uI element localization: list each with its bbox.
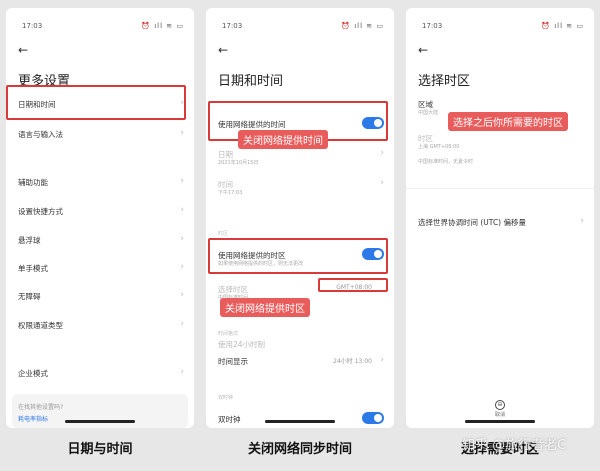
dual-clock-label: 双时钟 xyxy=(218,415,241,424)
settings-item-label: 无障碍 xyxy=(18,292,41,301)
card-text: 在找其他设置吗? xyxy=(18,404,64,411)
zone-row[interactable]: 时区 上海 GMT+08:00 xyxy=(418,132,584,150)
format-24-row[interactable]: 使用24小时制 xyxy=(218,338,384,352)
phone-screen-select-zone: 17:03 ⏰ ıll ≋ ▭ ← 选择时区 区域 中国大陆 时区 上海 GMT… xyxy=(406,8,594,428)
time-display-label: 时间显示 xyxy=(218,357,248,366)
status-time: 17:03 xyxy=(222,22,243,30)
chevron-right-icon: › xyxy=(180,176,184,186)
section-label-zone: 时区 xyxy=(218,231,229,237)
chevron-right-icon: › xyxy=(180,319,184,329)
section-label-format: 时间格式 xyxy=(218,331,239,337)
home-indicator xyxy=(265,420,335,423)
status-bar: 17:03 ⏰ ıll ≋ ▭ xyxy=(422,22,584,32)
settings-item-label: 设置快捷方式 xyxy=(18,207,63,216)
phone-screen-more-settings: 17:03 ⏰ ıll ≋ ▭ ← 更多设置 日期和时间 › 语言与输入法 › … xyxy=(6,8,194,428)
settings-item-label: 语言与输入法 xyxy=(18,130,63,139)
status-bar: 17:03 ⏰ ıll ≋ ▭ xyxy=(22,22,184,32)
chevron-right-icon: › xyxy=(380,148,384,158)
time-row[interactable]: 时间 下午17:03 › xyxy=(218,178,384,196)
phone-screen-date-time: 17:03 ⏰ ıll ≋ ▭ ← 日期和时间 使用网络提供的时间 关闭网络提供… xyxy=(206,8,394,428)
caption-step-2: 关闭网络同步时间 xyxy=(247,442,352,457)
cancel-button[interactable]: ⊖ 取消 xyxy=(488,400,512,418)
chevron-right-icon: › xyxy=(180,367,184,377)
settings-item-permission-channel[interactable]: 权限通道类型 › xyxy=(18,319,184,333)
status-icons: ⏰ ıll ≋ ▭ xyxy=(541,22,584,30)
format-24-label: 使用24小时制 xyxy=(218,340,266,349)
watermark: 知乎 @旅行者老C xyxy=(462,438,567,453)
home-indicator xyxy=(65,420,135,423)
time-value: 下午17:03 xyxy=(218,190,243,196)
page-title: 选择时区 xyxy=(418,74,471,89)
chevron-right-icon: › xyxy=(180,290,184,300)
zone-note-text: 中国标准时间，无夏令时 xyxy=(418,159,474,165)
divider xyxy=(406,188,594,189)
region-row[interactable]: 区域 中国大陆 xyxy=(418,98,584,116)
date-value: 2021年10月15日 xyxy=(218,160,259,166)
status-bar: 17:03 ⏰ ıll ≋ ▭ xyxy=(222,22,384,32)
section-label-dual: 双时钟 xyxy=(218,395,234,401)
annotation-close-time: 关闭网络提供时间 xyxy=(238,130,328,149)
date-row[interactable]: 日期 2021年10月15日 › xyxy=(218,148,384,166)
settings-item-enterprise[interactable]: 企业模式 › xyxy=(18,367,184,381)
chevron-right-icon: › xyxy=(180,234,184,244)
status-icons: ⏰ ıll ≋ ▭ xyxy=(141,22,184,30)
settings-item-label: 悬浮球 xyxy=(18,236,41,245)
chevron-right-icon: › xyxy=(380,178,384,188)
chevron-right-icon: › xyxy=(180,205,184,215)
time-display-row[interactable]: 时间显示 24小时 13:00 › xyxy=(218,355,384,369)
back-arrow-icon[interactable]: ← xyxy=(418,44,428,56)
settings-item-barrier-free[interactable]: 无障碍 › xyxy=(18,290,184,304)
dual-clock-toggle[interactable] xyxy=(362,412,384,424)
settings-item-accessibility[interactable]: 辅助功能 › xyxy=(18,176,184,190)
settings-item-shortcuts[interactable]: 设置快捷方式 › xyxy=(18,205,184,219)
zone-note: 中国标准时间，无夏令时 xyxy=(418,158,584,166)
chevron-right-icon: › xyxy=(180,262,184,272)
back-arrow-icon[interactable]: ← xyxy=(18,44,28,56)
region-value: 中国大陆 xyxy=(418,110,439,116)
zone-value: 上海 GMT+08:00 xyxy=(418,144,460,150)
chevron-right-icon: › xyxy=(380,355,384,365)
settings-item-label: 企业模式 xyxy=(18,369,48,378)
status-icons: ⏰ ıll ≋ ▭ xyxy=(341,22,384,30)
status-time: 17:03 xyxy=(422,22,443,30)
card-link[interactable]: 耗电率指标 xyxy=(18,414,48,423)
annotation-choose-zone: 选择之后你所需要的时区 xyxy=(448,112,568,131)
time-display-value: 24小时 13:00 xyxy=(333,358,372,365)
utc-offset-label: 选择世界协调时间 (UTC) 偏移量 xyxy=(418,218,526,227)
chevron-right-icon: › xyxy=(180,128,184,138)
home-indicator xyxy=(465,420,535,423)
settings-item-label: 单手模式 xyxy=(18,264,48,273)
cancel-label: 取消 xyxy=(494,412,505,418)
status-time: 17:03 xyxy=(22,22,43,30)
settings-item-floating-ball[interactable]: 悬浮球 › xyxy=(18,234,184,248)
caption-step-1: 日期与时间 xyxy=(67,442,133,457)
page-title: 日期和时间 xyxy=(218,74,284,89)
highlight-box xyxy=(208,238,388,274)
back-arrow-icon[interactable]: ← xyxy=(218,44,228,56)
settings-item-language[interactable]: 语言与输入法 › xyxy=(18,128,184,142)
utc-offset-row[interactable]: 选择世界协调时间 (UTC) 偏移量 › xyxy=(418,216,584,230)
highlight-box-small xyxy=(318,278,388,292)
highlight-box xyxy=(6,85,186,120)
settings-item-label: 权限通道类型 xyxy=(18,321,63,330)
settings-item-one-hand[interactable]: 单手模式 › xyxy=(18,262,184,276)
minus-circle-icon: ⊖ xyxy=(495,400,505,410)
annotation-close-zone: 关闭网络提供时区 xyxy=(220,298,310,317)
settings-item-label: 辅助功能 xyxy=(18,178,48,187)
chevron-right-icon: › xyxy=(580,216,584,226)
